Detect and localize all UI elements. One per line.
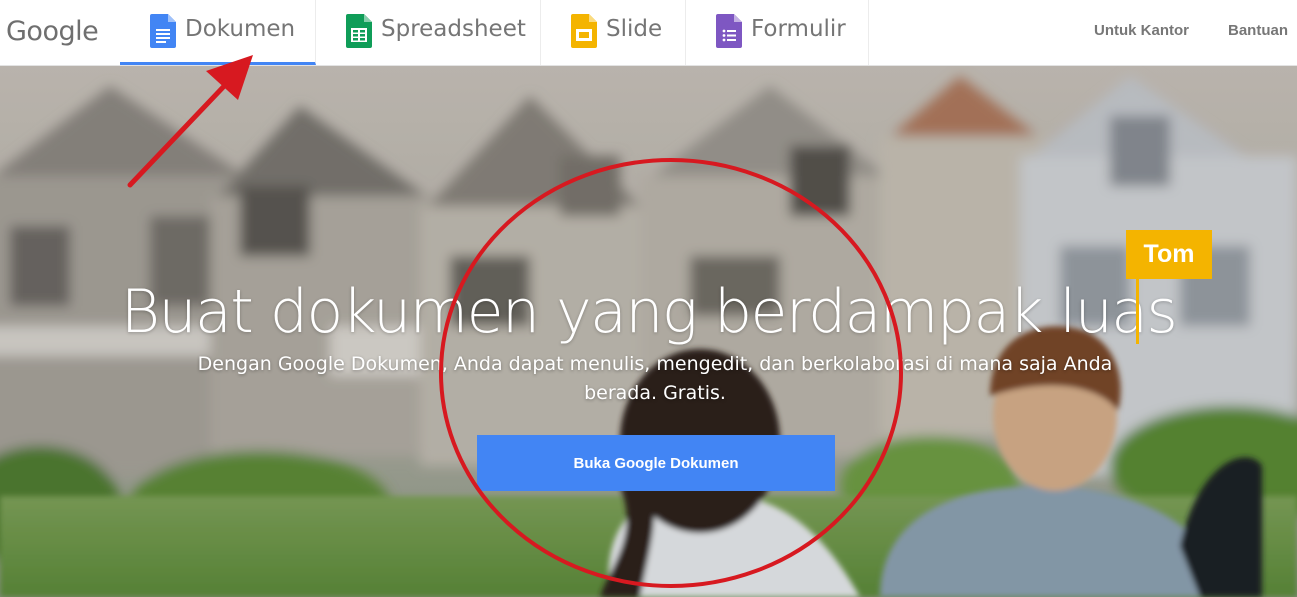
collaborator-cursor — [1136, 274, 1139, 344]
help-link[interactable]: Bantuan — [1228, 22, 1288, 39]
tab-dokumen[interactable]: Dokumen — [120, 0, 316, 65]
tab-formulir[interactable]: Formulir — [686, 0, 869, 65]
tab-spreadsheet[interactable]: Spreadsheet — [316, 0, 541, 65]
tab-label: Slide — [606, 16, 663, 42]
tab-slide[interactable]: Slide — [541, 0, 686, 65]
tab-label: Formulir — [751, 16, 846, 42]
docs-icon — [150, 14, 176, 48]
top-navigation: Google Dokumen Spreadsheet Slide Formuli… — [0, 0, 1297, 66]
open-docs-button[interactable]: Buka Google Dokumen — [477, 435, 835, 491]
collaborator-name-tag: Tom — [1126, 230, 1212, 279]
tab-label: Spreadsheet — [381, 16, 526, 42]
forms-icon — [716, 14, 742, 48]
hero-section: Buat dokumen yang berdampak luas Tom Den… — [0, 66, 1297, 597]
tab-label: Dokumen — [185, 16, 296, 42]
sheets-icon — [346, 14, 372, 48]
google-logo[interactable]: Google — [6, 16, 99, 47]
work-link[interactable]: Untuk Kantor — [1094, 22, 1189, 39]
hero-subtext: Dengan Google Dokumen, Anda dapat menuli… — [197, 353, 1113, 404]
hero-headline: Buat dokumen yang berdampak luas — [120, 277, 1178, 347]
slides-icon — [571, 14, 597, 48]
